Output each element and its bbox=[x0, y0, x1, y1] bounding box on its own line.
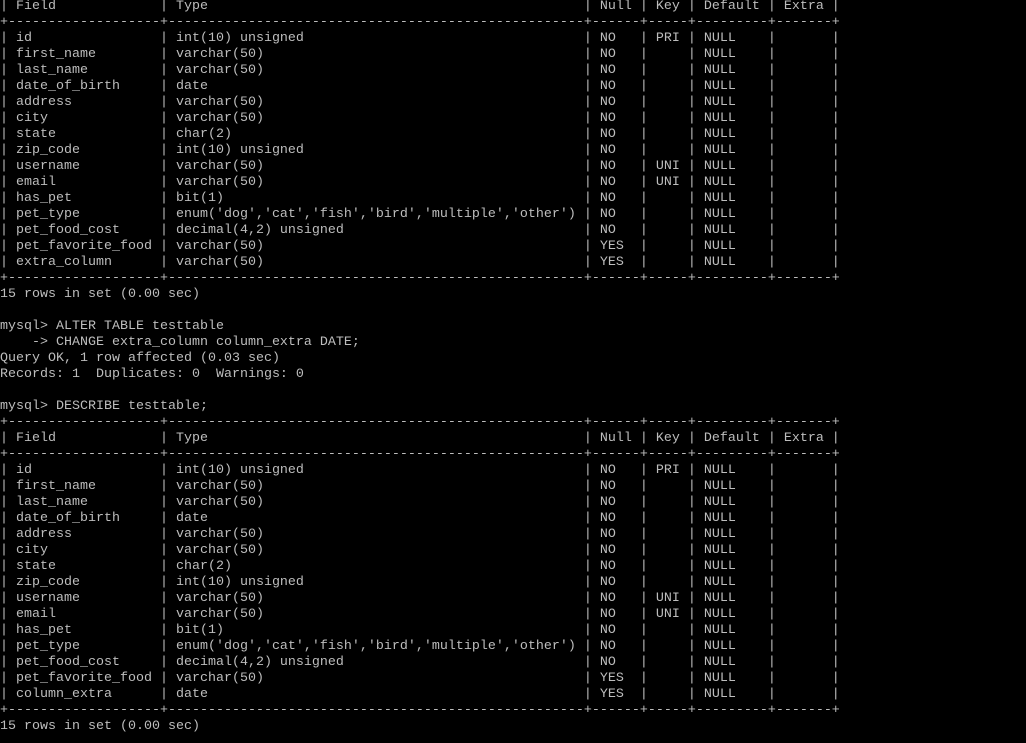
table-border: +-------------------+-------------------… bbox=[0, 415, 840, 430]
table-header: | Field | Type | Null | Key | Default | … bbox=[0, 431, 840, 446]
table-row: | id | int(10) unsigned | NO | PRI | NUL… bbox=[0, 463, 840, 478]
table-row: | state | char(2) | NO | | NULL | | bbox=[0, 127, 840, 142]
result-footer: 15 rows in set (0.00 sec) bbox=[0, 287, 200, 302]
table-row: | email | varchar(50) | NO | UNI | NULL … bbox=[0, 607, 840, 622]
table-row: | state | char(2) | NO | | NULL | | bbox=[0, 559, 840, 574]
table-row: | address | varchar(50) | NO | | NULL | … bbox=[0, 95, 840, 110]
table-row: | city | varchar(50) | NO | | NULL | | bbox=[0, 543, 840, 558]
table-row: | date_of_birth | date | NO | | NULL | | bbox=[0, 511, 840, 526]
table-row: | zip_code | int(10) unsigned | NO | | N… bbox=[0, 575, 840, 590]
table-row: | last_name | varchar(50) | NO | | NULL … bbox=[0, 63, 840, 78]
table-border: +-------------------+-------------------… bbox=[0, 703, 840, 718]
table-row: | has_pet | bit(1) | NO | | NULL | | bbox=[0, 623, 840, 638]
table-row: | zip_code | int(10) unsigned | NO | | N… bbox=[0, 143, 840, 158]
result-footer: 15 rows in set (0.00 sec) bbox=[0, 719, 200, 734]
output-line: Query OK, 1 row affected (0.03 sec) bbox=[0, 351, 280, 366]
table-row: | pet_favorite_food | varchar(50) | YES … bbox=[0, 239, 840, 254]
terminal-output[interactable]: | Field | Type | Null | Key | Default | … bbox=[0, 0, 840, 735]
table-row: | pet_type | enum('dog','cat','fish','bi… bbox=[0, 207, 840, 222]
table-header: | Field | Type | Null | Key | Default | … bbox=[0, 0, 840, 14]
table-row: | column_extra | date | YES | | NULL | | bbox=[0, 687, 840, 702]
command-line: mysql> ALTER TABLE testtable bbox=[0, 319, 224, 334]
table-border: +-------------------+-------------------… bbox=[0, 271, 840, 286]
table-row: | city | varchar(50) | NO | | NULL | | bbox=[0, 111, 840, 126]
table-row: | extra_column | varchar(50) | YES | | N… bbox=[0, 255, 840, 270]
command-line: -> CHANGE extra_column column_extra DATE… bbox=[0, 335, 360, 350]
table-row: | email | varchar(50) | NO | UNI | NULL … bbox=[0, 175, 840, 190]
table-row: | username | varchar(50) | NO | UNI | NU… bbox=[0, 591, 840, 606]
table-row: | pet_food_cost | decimal(4,2) unsigned … bbox=[0, 655, 840, 670]
table-row: | pet_favorite_food | varchar(50) | YES … bbox=[0, 671, 840, 686]
table-row: | username | varchar(50) | NO | UNI | NU… bbox=[0, 159, 840, 174]
table-row: | pet_food_cost | decimal(4,2) unsigned … bbox=[0, 223, 840, 238]
table-row: | address | varchar(50) | NO | | NULL | … bbox=[0, 527, 840, 542]
table-row: | has_pet | bit(1) | NO | | NULL | | bbox=[0, 191, 840, 206]
table-border: +-------------------+-------------------… bbox=[0, 447, 840, 462]
table-row: | first_name | varchar(50) | NO | | NULL… bbox=[0, 479, 840, 494]
command-line: mysql> DESCRIBE testtable; bbox=[0, 399, 208, 414]
output-line: Records: 1 Duplicates: 0 Warnings: 0 bbox=[0, 367, 304, 382]
table-row: | last_name | varchar(50) | NO | | NULL … bbox=[0, 495, 840, 510]
table-row: | date_of_birth | date | NO | | NULL | | bbox=[0, 79, 840, 94]
table-row: | pet_type | enum('dog','cat','fish','bi… bbox=[0, 639, 840, 654]
table-row: | first_name | varchar(50) | NO | | NULL… bbox=[0, 47, 840, 62]
table-row: | id | int(10) unsigned | NO | PRI | NUL… bbox=[0, 31, 840, 46]
table-border: +-------------------+-------------------… bbox=[0, 15, 840, 30]
